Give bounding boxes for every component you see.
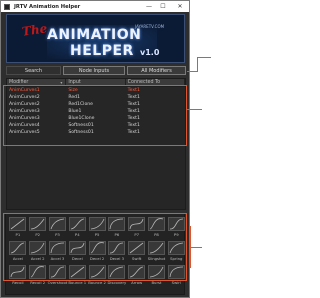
- close-button[interactable]: ✕: [173, 1, 187, 12]
- banner-animation: ANIMATION: [47, 27, 142, 43]
- banner-version: v1.0: [140, 48, 160, 57]
- presets-highlight: [3, 213, 187, 281]
- callout-line-tabs-end: [197, 57, 211, 58]
- banner-helper: HELPER: [70, 43, 134, 59]
- logo-banner: The JAYARETV.COM ANIMATION HELPER v1.0: [6, 14, 185, 63]
- title-bar[interactable]: JRTV Animation Helper — ☐ ✕: [1, 1, 189, 12]
- callout-line-tabs-v: [197, 57, 198, 72]
- minimize-button[interactable]: —: [142, 1, 156, 12]
- app-icon: [4, 3, 10, 10]
- callout-line-presets: [190, 247, 202, 248]
- callout-line-tabs: [187, 71, 197, 72]
- maximize-button[interactable]: ☐: [156, 1, 170, 12]
- tab-all-modifiers[interactable]: All Modifiers: [127, 66, 186, 75]
- callout-line-table: [187, 109, 202, 110]
- banner-the: The: [21, 21, 49, 39]
- tab-search[interactable]: Search: [6, 66, 61, 75]
- window-title: JRTV Animation Helper: [14, 3, 81, 10]
- tab-node-inputs[interactable]: Node Inputs: [63, 66, 125, 75]
- table-highlight: [3, 85, 187, 146]
